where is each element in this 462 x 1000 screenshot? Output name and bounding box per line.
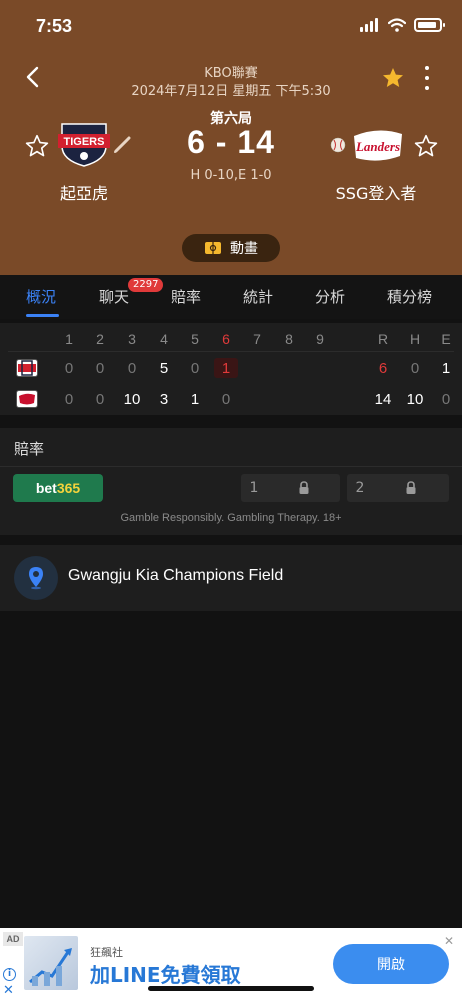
home-hits-total: 0 (410, 360, 420, 377)
away-inning-score: 10 (123, 391, 141, 408)
line-score: 1 2 3 4 5 6 7 8 9 R H E 0 0 0 5 0 1 6 0 … (0, 323, 462, 415)
follow-away-team-button[interactable] (413, 133, 439, 163)
tab-stats[interactable]: 統計 (243, 286, 273, 307)
baseball-icon (330, 137, 346, 153)
home-team-name[interactable]: 起亞虎 (34, 180, 134, 204)
away-team-mini-logo (16, 390, 38, 408)
lock-icon (299, 481, 308, 494)
ad-open-button[interactable]: 開啟 (333, 944, 449, 984)
signal-icon (360, 18, 378, 32)
away-errors-total: 0 (441, 391, 451, 408)
inning-header: 4 (160, 331, 168, 347)
venue-row[interactable]: Gwangju Kia Champions Field (0, 545, 462, 611)
inning-header: 3 (128, 331, 136, 347)
bet365-logo-button[interactable]: bet 365 (13, 474, 103, 502)
more-options-button[interactable] (418, 64, 436, 92)
chat-count-badge: 2297 (128, 278, 164, 292)
inning-header: 1 (65, 331, 73, 347)
runs-header: R (377, 331, 389, 347)
star-outline-icon (414, 134, 438, 157)
inning-header: 9 (316, 331, 324, 347)
away-inning-score: 0 (64, 391, 74, 408)
away-inning-score-current: 0 (221, 391, 231, 408)
home-indicator[interactable] (148, 986, 314, 991)
ad-headline: 加LINE免費領取 (90, 963, 241, 987)
hits-header: H (409, 331, 421, 347)
ad-label: AD (3, 932, 23, 946)
tab-chat[interactable]: 聊天 (99, 286, 129, 307)
away-team-logo: Landers (350, 126, 406, 164)
away-inning-score: 0 (95, 391, 105, 408)
status-time: 7:53 (36, 16, 73, 36)
responsible-gambling-note: Gamble Responsibly. Gambling Therapy. 18… (120, 512, 342, 524)
errors-header: E (441, 331, 451, 347)
tab-bar: 概況 聊天 賠率 統計 分析 積分榜 (0, 275, 462, 319)
odds-section: 賠率 bet 365 1 2 Gamble Responsibly. Gambli… (0, 428, 462, 535)
location-pin-icon (14, 556, 58, 600)
more-dot-icon (425, 76, 429, 80)
home-runs-total: 6 (378, 360, 388, 377)
inning-header: 7 (253, 331, 261, 347)
venue-name: Gwangju Kia Champions Field (68, 567, 284, 584)
lock-icon (406, 481, 416, 494)
home-inning-score: 0 (95, 360, 105, 377)
away-hits-total: 10 (406, 391, 424, 408)
ad-image (24, 936, 78, 990)
ad-dismiss-icon[interactable]: ✕ (3, 983, 14, 998)
active-tab-indicator (26, 314, 59, 317)
field-icon (205, 242, 221, 254)
home-inning-score-current: 1 (221, 360, 231, 377)
bookmaker-suffix: 365 (56, 480, 81, 496)
tab-odds[interactable]: 賠率 (171, 286, 201, 307)
more-dot-icon (425, 86, 429, 90)
status-bar: 7:53 (0, 0, 462, 55)
home-inning-score: 0 (190, 360, 200, 377)
divider (8, 351, 454, 352)
wifi-icon (388, 18, 406, 32)
divider (0, 466, 462, 467)
home-inning-score: 5 (159, 360, 169, 377)
ad-close-icon[interactable]: ✕ (444, 934, 454, 948)
more-dot-icon (425, 66, 429, 70)
tab-analysis[interactable]: 分析 (315, 286, 345, 307)
bookmaker-prefix: bet (35, 480, 57, 496)
star-filled-icon (383, 68, 403, 87)
away-inning-score: 3 (159, 391, 169, 408)
home-inning-score: 0 (64, 360, 74, 377)
odds-option-away[interactable]: 2 (347, 474, 449, 502)
status-icons (360, 18, 445, 32)
inning-header-current: 6 (222, 331, 230, 347)
animation-label: 動畫 (230, 241, 258, 257)
tab-overview[interactable]: 概況 (26, 286, 56, 307)
inning-header: 5 (191, 331, 199, 347)
odds-option-label: 2 (355, 480, 365, 496)
odds-option-label: 1 (249, 480, 259, 496)
odds-option-home[interactable]: 1 (241, 474, 340, 502)
odds-title: 賠率 (14, 440, 45, 458)
home-inning-score: 0 (127, 360, 137, 377)
home-errors-total: 1 (441, 360, 451, 377)
match-header: 7:53 KBO聯賽 2024年7月12日 星期五 下午5:30 TIGERS … (0, 0, 462, 275)
away-team-name[interactable]: SSG登入者 (326, 180, 426, 204)
away-inning-score: 1 (190, 391, 200, 408)
favorite-button[interactable] (381, 66, 405, 94)
tab-standings[interactable]: 積分榜 (387, 286, 432, 307)
inning-header: 8 (285, 331, 293, 347)
ad-brand: 狂飆社 (90, 946, 123, 959)
battery-icon (414, 18, 445, 32)
inning-header: 2 (96, 331, 104, 347)
away-logo-text: Landers (355, 139, 400, 154)
home-team-mini-logo (16, 359, 38, 377)
ad-info-icon[interactable]: i (3, 968, 16, 981)
animation-button[interactable]: 動畫 (182, 234, 280, 262)
away-runs-total: 14 (374, 391, 392, 408)
